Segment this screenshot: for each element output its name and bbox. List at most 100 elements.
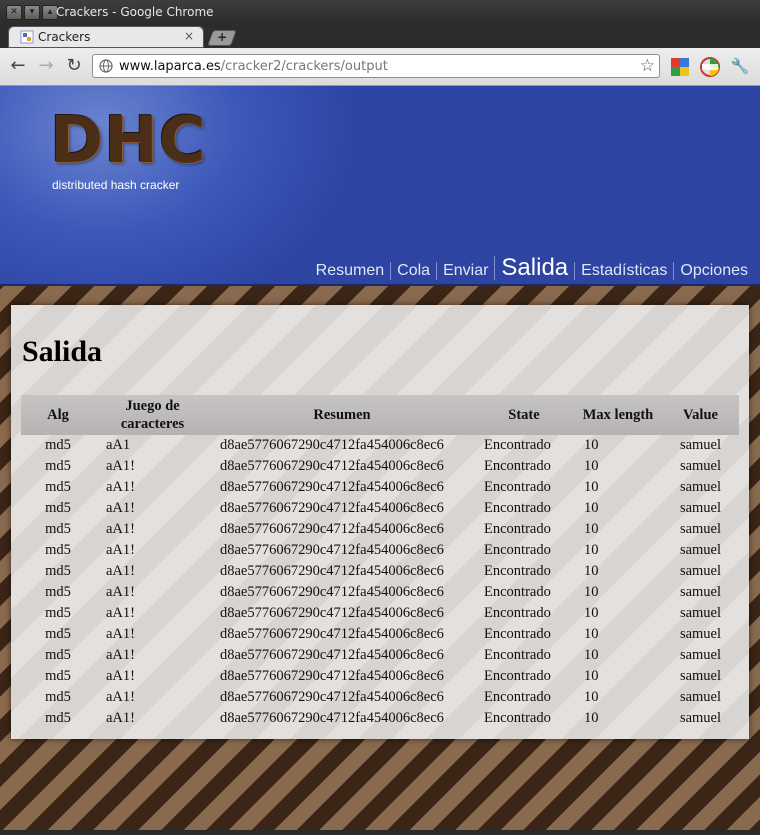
- cell-value: samuel: [679, 626, 722, 642]
- cell-max-length: 10: [584, 710, 599, 726]
- cell-charset: aA1!: [106, 521, 135, 537]
- column-header-value: Value: [662, 395, 739, 435]
- table-row: md5 aA1! d8ae5776067290c4712fa454006c8ec6 E…: [21, 519, 739, 540]
- cell-charset: aA1!: [106, 647, 135, 663]
- cell-alg: md5: [45, 458, 71, 474]
- cell-alg: md5: [45, 668, 71, 684]
- cell-state: Encontrado: [484, 458, 551, 474]
- column-header-resumen: Resumen: [210, 395, 474, 435]
- cell-hash: d8ae5776067290c4712fa454006c8ec6: [220, 500, 444, 516]
- cell-charset: aA1!: [106, 668, 135, 684]
- cell-max-length: 10: [584, 458, 599, 474]
- site-logo[interactable]: DHC: [50, 104, 207, 178]
- cell-state: Encontrado: [484, 500, 551, 516]
- table-row: md5 aA1! d8ae5776067290c4712fa454006c8ec6 E…: [21, 708, 739, 729]
- extension-seo-icon[interactable]: [700, 57, 720, 77]
- cell-hash: d8ae5776067290c4712fa454006c8ec6: [220, 626, 444, 642]
- table-header-row: Alg Juego de caracteres Resumen State Ma…: [21, 395, 739, 435]
- main-nav: Resumen Cola Enviar Salida Estadísticas …: [310, 256, 754, 280]
- address-bar[interactable]: www.laparca.es/cracker2/crackers/output …: [92, 54, 660, 78]
- url-path: /cracker2/crackers/output: [220, 59, 388, 74]
- tab-crackers[interactable]: Crackers ×: [8, 26, 204, 48]
- cell-max-length: 10: [584, 521, 599, 537]
- extension-colorgrid-icon[interactable]: [670, 57, 690, 77]
- cell-state: Encontrado: [484, 437, 551, 453]
- minimize-window-icon[interactable]: ▾: [24, 5, 40, 20]
- bookmark-star-icon[interactable]: ☆: [640, 56, 655, 76]
- window-titlebar: ✕ ▾ ▴ Crackers - Google Chrome: [0, 0, 760, 24]
- cell-hash: d8ae5776067290c4712fa454006c8ec6: [220, 479, 444, 495]
- column-header-charset: Juego de caracteres: [95, 395, 210, 435]
- table-row: md5 aA1! d8ae5776067290c4712fa454006c8ec6 E…: [21, 624, 739, 645]
- column-header-alg: Alg: [21, 395, 95, 435]
- wrench-menu-icon[interactable]: 🔧: [730, 56, 750, 76]
- close-window-icon[interactable]: ✕: [6, 5, 22, 20]
- table-row: md5 aA1! d8ae5776067290c4712fa454006c8ec6 E…: [21, 540, 739, 561]
- cell-hash: d8ae5776067290c4712fa454006c8ec6: [220, 668, 444, 684]
- cell-max-length: 10: [584, 479, 599, 495]
- nav-resumen[interactable]: Resumen: [310, 262, 390, 280]
- cell-hash: d8ae5776067290c4712fa454006c8ec6: [220, 521, 444, 537]
- cell-alg: md5: [45, 563, 71, 579]
- forward-button[interactable]: →: [36, 56, 56, 76]
- cell-max-length: 10: [584, 584, 599, 600]
- table-row: md5 aA1! d8ae5776067290c4712fa454006c8ec6 E…: [21, 477, 739, 498]
- cell-value: samuel: [679, 458, 722, 474]
- cell-value: samuel: [679, 647, 722, 663]
- table-row: md5 aA1! d8ae5776067290c4712fa454006c8ec6 E…: [21, 603, 739, 624]
- cell-charset: aA1!: [106, 584, 135, 600]
- nav-opciones[interactable]: Opciones: [673, 262, 754, 280]
- cell-hash: d8ae5776067290c4712fa454006c8ec6: [220, 689, 444, 705]
- back-button[interactable]: ←: [8, 56, 28, 76]
- cell-alg: md5: [45, 605, 71, 621]
- cell-state: Encontrado: [484, 668, 551, 684]
- nav-cola[interactable]: Cola: [390, 262, 436, 280]
- table-row: md5 aA1! d8ae5776067290c4712fa454006c8ec6 E…: [21, 582, 739, 603]
- cell-alg: md5: [45, 584, 71, 600]
- cell-charset: aA1: [106, 437, 131, 453]
- table-row: md5 aA1! d8ae5776067290c4712fa454006c8ec6 E…: [21, 561, 739, 582]
- url-text: www.laparca.es/cracker2/crackers/output: [119, 59, 388, 74]
- web-page: DHC distributed hash cracker Resumen Col…: [0, 86, 760, 830]
- nav-estadisticas[interactable]: Estadísticas: [574, 262, 673, 280]
- cell-max-length: 10: [584, 563, 599, 579]
- cell-value: samuel: [679, 563, 722, 579]
- window-title: Crackers - Google Chrome: [56, 5, 214, 19]
- cell-value: samuel: [679, 689, 722, 705]
- new-tab-button[interactable]: +: [207, 30, 237, 46]
- output-table: Alg Juego de caracteres Resumen State Ma…: [21, 395, 739, 729]
- cell-hash: d8ae5776067290c4712fa454006c8ec6: [220, 542, 444, 558]
- cell-hash: d8ae5776067290c4712fa454006c8ec6: [220, 710, 444, 726]
- nav-enviar[interactable]: Enviar: [436, 262, 494, 280]
- tab-close-icon[interactable]: ×: [184, 29, 194, 43]
- cell-charset: aA1!: [106, 500, 135, 516]
- cell-value: samuel: [679, 668, 722, 684]
- column-header-max-length: Max length: [574, 395, 662, 435]
- cell-value: samuel: [679, 479, 722, 495]
- table-row: md5 aA1 d8ae5776067290c4712fa454006c8ec6 En…: [21, 435, 739, 456]
- cell-state: Encontrado: [484, 584, 551, 600]
- cell-charset: aA1!: [106, 479, 135, 495]
- cell-hash: d8ae5776067290c4712fa454006c8ec6: [220, 458, 444, 474]
- table-row: md5 aA1! d8ae5776067290c4712fa454006c8ec6 E…: [21, 666, 739, 687]
- cell-state: Encontrado: [484, 563, 551, 579]
- cell-alg: md5: [45, 710, 71, 726]
- cell-value: samuel: [679, 500, 722, 516]
- content-panel: Salida Alg Juego de caracteres Resumen S…: [11, 305, 749, 739]
- cell-charset: aA1!: [106, 542, 135, 558]
- cell-hash: d8ae5776067290c4712fa454006c8ec6: [220, 584, 444, 600]
- cell-charset: aA1!: [106, 458, 135, 474]
- cell-max-length: 10: [584, 542, 599, 558]
- cell-value: samuel: [679, 542, 722, 558]
- table-row: md5 aA1! d8ae5776067290c4712fa454006c8ec6 E…: [21, 456, 739, 477]
- site-tagline: distributed hash cracker: [52, 178, 180, 192]
- url-host: www.laparca.es: [119, 59, 221, 74]
- globe-icon: [99, 59, 113, 73]
- nav-salida[interactable]: Salida: [494, 256, 574, 280]
- table-row: md5 aA1! d8ae5776067290c4712fa454006c8ec6 E…: [21, 645, 739, 666]
- cell-max-length: 10: [584, 605, 599, 621]
- cell-charset: aA1!: [106, 689, 135, 705]
- cell-state: Encontrado: [484, 626, 551, 642]
- cell-charset: aA1!: [106, 710, 135, 726]
- reload-button[interactable]: ↻: [64, 56, 84, 76]
